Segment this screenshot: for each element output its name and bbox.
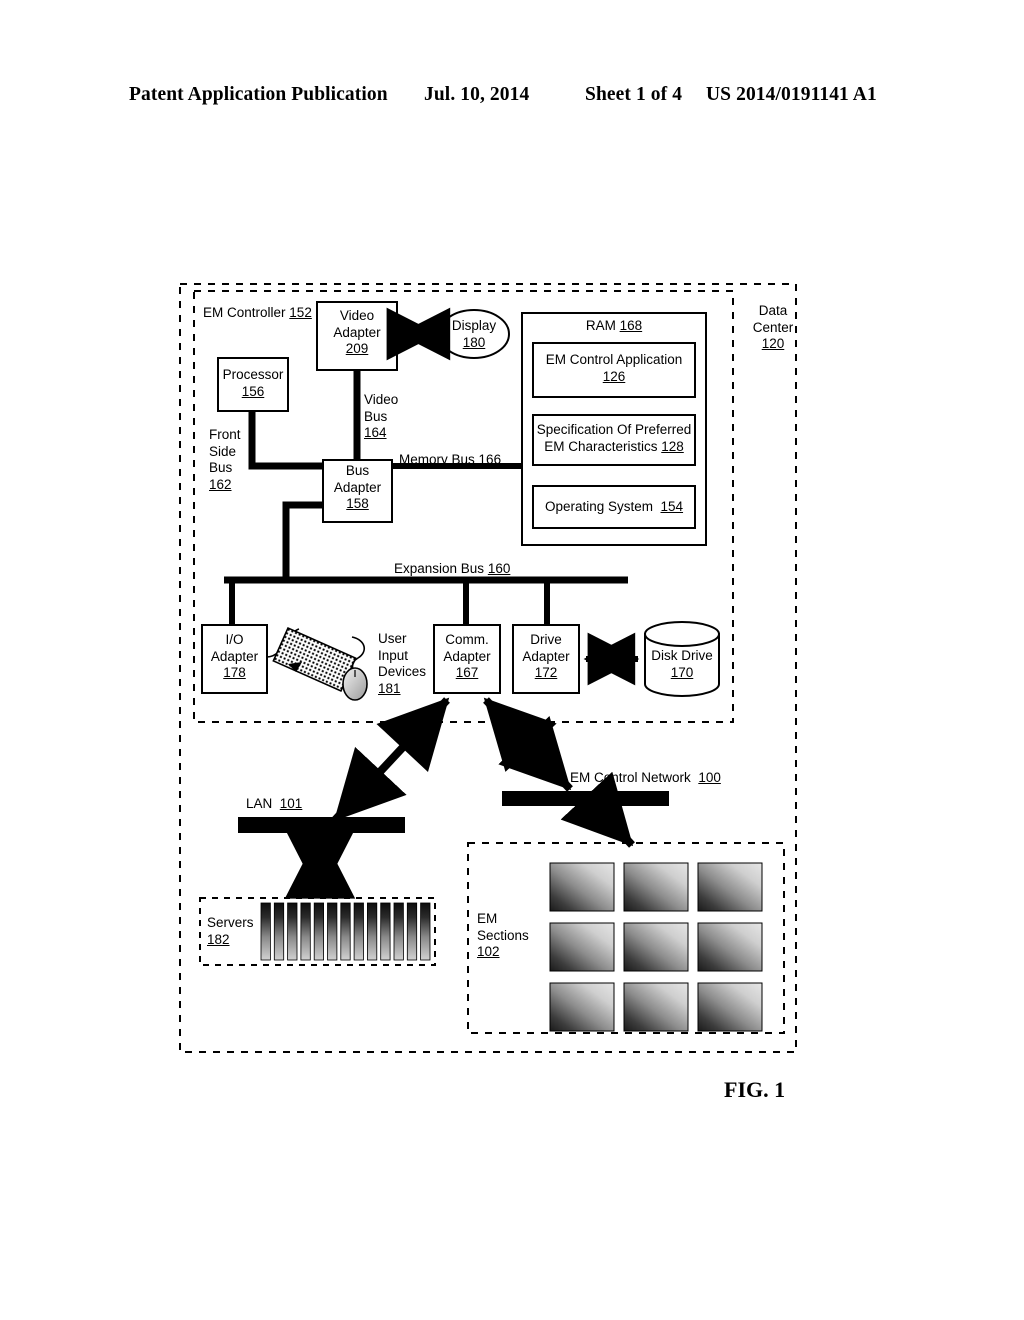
server-rack [273,902,285,961]
comm-adapter-lan-arrow [332,697,450,823]
server-racks [260,902,431,961]
network-em-sections-arrow [560,771,635,848]
em-control-network-label: EM Control Network 100 [570,770,721,785]
em-section-tile [623,922,689,972]
server-rack [287,902,298,961]
server-rack [366,902,378,961]
display-label: Display 180 [451,318,497,350]
em-sections-label: EM Sections 102 [477,911,529,959]
expansion-bus-label: Expansion Bus 160 [394,561,511,576]
server-rack [327,902,338,961]
em-section-tile [623,862,689,912]
processor-label: Processor 156 [222,367,284,399]
em-section-tile [549,982,615,1032]
drive-adapter-label: Drive Adapter 172 [522,632,570,680]
bus-adapter-to-expansion-line [282,501,323,580]
front-side-bus-line [248,411,323,470]
server-rack [260,902,271,961]
server-rack [353,902,364,961]
em-controller-label: EM Controller 152 [203,305,312,320]
server-rack [340,902,351,961]
memory-bus-label: Memory Bus 166 [399,452,502,467]
figure-1-drawing [179,283,797,1053]
patent-sheet: Patent Application Publication Jul. 10, … [0,0,1024,1320]
lan-label: LAN 101 [246,796,303,811]
video-adapter-label: Video Adapter 209 [333,308,381,356]
lan-bar [238,817,405,833]
ram-label: RAM 168 [585,318,643,333]
figure-caption: FIG. 1 [724,1077,786,1102]
server-rack [380,902,391,961]
front-side-bus-label: Front Side Bus 162 [209,427,241,492]
em-control-application-label: EM Control Application 126 [545,352,683,384]
em-control-network-bar [502,791,669,806]
server-rack [406,902,418,961]
em-section-tile [623,982,689,1032]
server-rack [313,902,325,961]
operating-system-label: Operating System 154 [544,499,684,514]
server-rack [393,902,404,961]
comm-adapter-network-arrow [483,697,573,792]
specification-line2: EM Characteristics 128 [544,438,684,454]
em-section-tile [697,922,763,972]
em-section-tile [549,922,615,972]
servers-label: Servers 182 [207,915,254,947]
video-bus-label: Video Bus 164 [364,392,399,440]
io-adapter-label: I/O Adapter 178 [210,632,259,680]
em-section-tile [697,982,763,1032]
comm-adapter-label: Comm. Adapter 167 [443,632,491,680]
em-section-tiles [549,862,763,1032]
disk-drive-label: Disk Drive 170 [651,648,713,680]
server-rack [300,902,311,961]
user-input-devices-label: User Input Devices 181 [378,631,427,696]
keyboard-icon [266,626,357,693]
em-section-tile [697,862,763,912]
bus-adapter-label: Bus Adapter 158 [333,463,382,511]
em-section-tile [549,862,615,912]
specification-label: Specification Of Preferred EM Characteri… [533,422,695,455]
server-rack [420,902,431,961]
data-center-label: Data Center 120 [752,303,794,351]
